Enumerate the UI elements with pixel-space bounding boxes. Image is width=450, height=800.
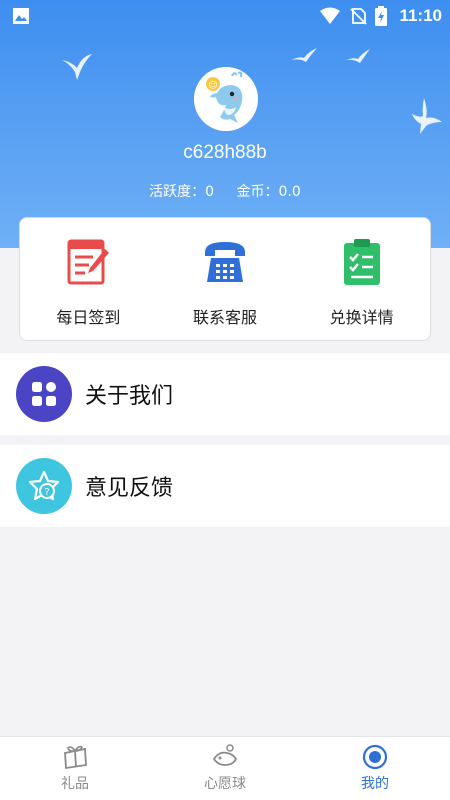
feedback-label: 意见反馈: [85, 476, 174, 501]
feedback-row[interactable]: ? 意见反馈: [0, 445, 450, 527]
tab-mine-label: 我的: [361, 776, 389, 792]
quick-actions-card: 每日签到 联系客服 兑换详情: [19, 217, 431, 341]
wish-ball-icon: [212, 744, 238, 766]
tab-wish-ball-label: 心愿球: [204, 776, 246, 792]
feedback-star-icon: ?: [16, 458, 72, 514]
coins-label: 金币：: [236, 184, 279, 200]
activity-label: 活跃度：: [149, 184, 206, 200]
no-sim-icon: [350, 8, 368, 25]
about-us-row[interactable]: 关于我们: [0, 353, 450, 435]
status-time: 11:10: [399, 6, 442, 25]
contact-support-label: 联系客服: [192, 308, 257, 327]
bird-icon: [412, 98, 442, 134]
svg-text:☺: ☺: [208, 80, 217, 91]
activity-value: 0: [205, 184, 215, 200]
gift-box-icon: [64, 745, 87, 770]
bird-icon: [62, 54, 92, 80]
about-us-label: 关于我们: [85, 384, 174, 409]
tab-gifts-label: 礼品: [61, 776, 89, 792]
dolphin-avatar-icon: ☺: [194, 67, 258, 131]
profile-header: 11:10 ☺ c628h88b 活跃度：0 金币：0.0: [0, 0, 450, 248]
tab-mine[interactable]: 我的: [300, 737, 450, 800]
avatar[interactable]: ☺: [194, 67, 258, 131]
daily-sign-in-label: 每日签到: [56, 308, 121, 327]
profile-ring-icon: [362, 744, 388, 770]
gallery-icon: [13, 8, 29, 24]
sign-in-icon: [64, 236, 112, 288]
bird-icon: [346, 49, 370, 63]
redeem-details-button[interactable]: 兑换详情: [302, 236, 422, 328]
user-stats: 活跃度：0 金币：0.0: [0, 181, 450, 201]
contact-support-button[interactable]: 联系客服: [165, 236, 285, 328]
tab-wish-ball[interactable]: 心愿球: [150, 737, 300, 800]
bird-icon: [291, 48, 317, 62]
clipboard-check-icon: [338, 236, 386, 288]
username: c628h88b: [183, 142, 267, 163]
svg-text:?: ?: [44, 487, 49, 498]
telephone-icon: [201, 236, 249, 288]
battery-charging-icon: [375, 6, 388, 26]
bottom-navigation: 礼品 心愿球 我的: [0, 736, 450, 800]
daily-sign-in-button[interactable]: 每日签到: [28, 236, 148, 328]
redeem-details-label: 兑换详情: [329, 308, 394, 327]
coins-value: 0.0: [278, 184, 301, 200]
wifi-icon: [320, 7, 341, 24]
status-bar: 11:10: [0, 0, 450, 32]
apps-grid-icon: [16, 366, 72, 422]
tab-gifts[interactable]: 礼品: [0, 737, 150, 800]
